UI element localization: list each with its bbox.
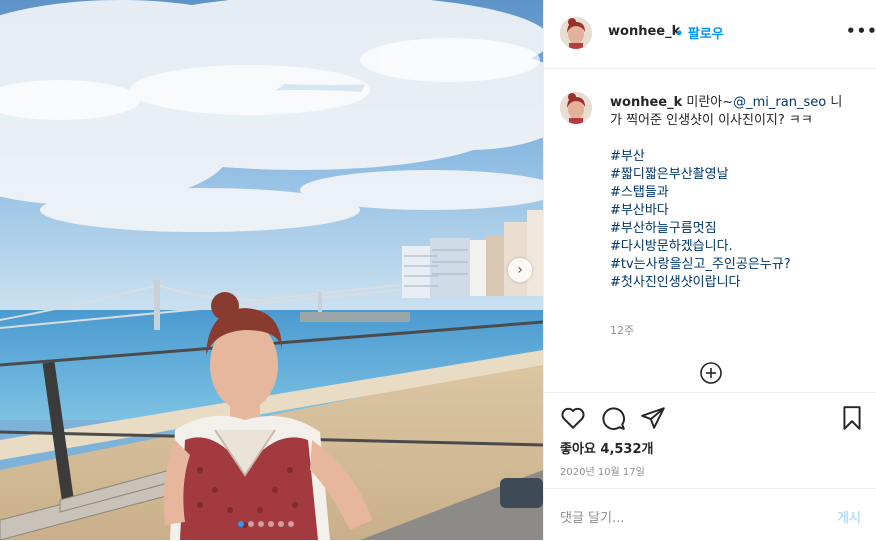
more-options-icon[interactable]: ••• <box>846 22 876 40</box>
share-icon[interactable] <box>640 405 666 431</box>
hashtag-link[interactable]: #부산바다 <box>610 202 850 220</box>
carousel-dots <box>238 521 294 527</box>
caption-mention[interactable]: @_mi_ran_seo <box>733 95 826 110</box>
caption-username[interactable]: wonhee_k <box>610 95 682 110</box>
carousel-dot <box>248 521 254 527</box>
likes-count[interactable]: 좋아요 4,532개 <box>560 438 654 457</box>
beach-photo-illustration <box>0 0 543 540</box>
action-bar <box>544 392 876 430</box>
post-header: wonhee_k • 팔로우 ••• <box>544 0 876 69</box>
comment-bar: 댓글 달기... 게시 <box>544 488 876 541</box>
caption-prefix: 미란아~ <box>682 95 734 110</box>
hashtag-link[interactable]: #다시방문하겠습니다. <box>610 238 850 256</box>
avatar[interactable] <box>560 17 592 49</box>
hashtag-link[interactable]: #짧디짧은부산촬영날 <box>610 166 850 184</box>
hashtag-list: #부산 #짧디짧은부산촬영날 #스탭들과 #부산바다 #부산하늘구름멋짐 #다시… <box>610 148 850 292</box>
carousel-dot <box>238 521 244 527</box>
post-caption: wonhee_k 미란아~@_mi_ran_seo 니가 찍어준 인생샷이 이사… <box>610 94 850 292</box>
comment-input[interactable]: 댓글 달기... <box>560 507 624 526</box>
carousel-next-button[interactable]: › <box>508 258 532 282</box>
hashtag-link[interactable]: #스탭들과 <box>610 184 850 202</box>
post-photo[interactable] <box>0 0 543 540</box>
carousel-dot <box>268 521 274 527</box>
bookmark-icon[interactable] <box>839 405 865 431</box>
follow-button[interactable]: • 팔로우 <box>675 23 724 42</box>
load-more-comments-icon[interactable] <box>699 361 723 385</box>
hashtag-link[interactable]: #첫사진인생샷이랍니다 <box>610 274 850 292</box>
header-username[interactable]: wonhee_k <box>608 24 680 39</box>
chevron-right-icon: › <box>517 262 523 278</box>
hashtag-link[interactable]: #tv는사랑을싣고_주인공은누규? <box>610 256 850 274</box>
follow-label: 팔로우 <box>687 27 724 42</box>
carousel-dot <box>278 521 284 527</box>
carousel-dot <box>258 521 264 527</box>
comment-icon[interactable] <box>600 405 626 431</box>
hashtag-link[interactable]: #부산 <box>610 148 850 166</box>
post-comment-button[interactable]: 게시 <box>837 507 861 526</box>
carousel-dot <box>288 521 294 527</box>
post-side-panel: wonhee_k • 팔로우 ••• wonhee_k 미란아~@_mi_ran… <box>543 0 876 540</box>
heart-icon[interactable] <box>560 405 586 431</box>
header-separator: • <box>675 27 684 42</box>
hashtag-link[interactable]: #부산하늘구름멋짐 <box>610 220 850 238</box>
caption-avatar[interactable] <box>560 92 592 124</box>
caption-age: 12주 <box>610 324 635 337</box>
post-date: 2020년 10월 17일 <box>560 467 645 478</box>
